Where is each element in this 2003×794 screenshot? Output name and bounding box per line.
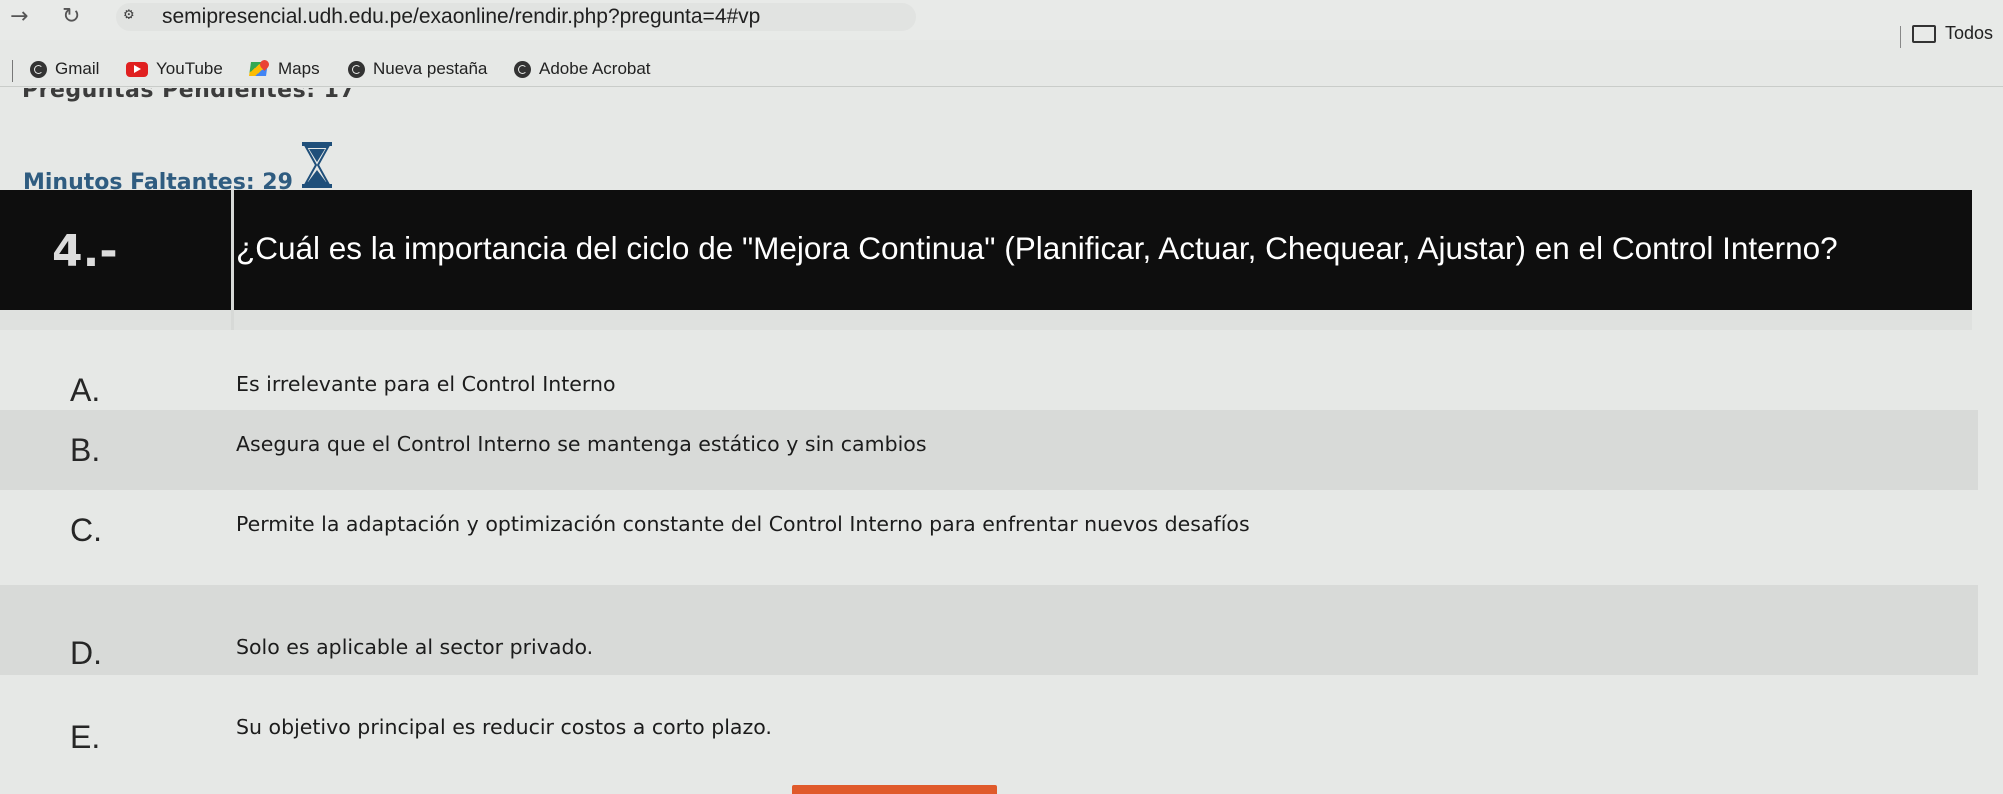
- forward-icon[interactable]: →: [10, 4, 28, 29]
- bookmark-label: Nueva pestaña: [373, 59, 488, 78]
- maps-icon: [250, 60, 270, 78]
- bookmark-label: Gmail: [55, 59, 100, 78]
- option-e-row[interactable]: E. Su objetivo principal es reducir cost…: [0, 675, 1978, 785]
- option-letter: B.: [70, 432, 101, 468]
- option-letter: D.: [70, 635, 102, 671]
- hourglass-icon: [302, 142, 332, 188]
- globe-icon: [348, 60, 365, 78]
- option-b-row[interactable]: B. Asegura que el Control Interno se man…: [0, 410, 1978, 490]
- url-text[interactable]: semipresencial.udh.edu.pe/exaonline/rend…: [162, 5, 760, 29]
- question-number: 4.-: [52, 226, 118, 277]
- bookmark-adobe-acrobat[interactable]: Adobe Acrobat: [514, 59, 651, 79]
- question-header: 4.- ¿Cuál es la importancia del ciclo de…: [0, 190, 1972, 330]
- option-text: Su objetivo principal es reducir costos …: [236, 715, 772, 739]
- all-bookmarks-button[interactable]: Todos: [1911, 23, 1993, 44]
- option-letter: E.: [70, 719, 101, 755]
- question-spacer: [0, 310, 1972, 330]
- folder-icon: [1911, 24, 1936, 43]
- option-text: Solo es aplicable al sector privado.: [236, 635, 594, 659]
- bookmark-label: Adobe Acrobat: [539, 59, 651, 78]
- bookmark-label: Maps: [278, 59, 320, 78]
- bookmark-gmail[interactable]: Gmail: [30, 59, 99, 79]
- option-c-row[interactable]: C. Permite la adaptación y optimización …: [0, 490, 1978, 570]
- bookmark-label: YouTube: [156, 59, 223, 78]
- all-bookmarks-label: Todos: [1944, 23, 1993, 43]
- column-divider: [231, 310, 234, 330]
- globe-icon: [514, 60, 531, 78]
- bookmarks-divider: [12, 60, 13, 82]
- bookmark-maps[interactable]: Maps: [250, 59, 320, 79]
- site-info-icon[interactable]: ⚙: [124, 4, 134, 23]
- column-divider: [231, 190, 234, 330]
- bookmark-youtube[interactable]: YouTube: [126, 59, 223, 79]
- globe-icon: [30, 60, 47, 78]
- option-text: Permite la adaptación y optimización con…: [236, 512, 1250, 536]
- option-letter: A.: [70, 372, 101, 408]
- bookmarks-separator: [1900, 26, 1901, 48]
- submit-button[interactable]: [792, 785, 997, 794]
- option-letter: C.: [70, 512, 102, 548]
- question-text: ¿Cuál es la importancia del ciclo de "Me…: [236, 230, 1838, 266]
- youtube-icon: [126, 61, 148, 77]
- bookmarks-bar: Gmail YouTube Maps Nueva pestaña Adobe A…: [0, 50, 2003, 87]
- reload-icon[interactable]: ↻: [62, 4, 80, 29]
- bookmark-nueva-pestana[interactable]: Nueva pestaña: [348, 59, 487, 79]
- pending-questions-label: Preguntas Pendientes: 17: [22, 88, 356, 103]
- address-bar-area: → ↻ ⚙ semipresencial.udh.edu.pe/exaonlin…: [0, 0, 2003, 40]
- option-d-row[interactable]: D. Solo es aplicable al sector privado.: [0, 585, 1978, 675]
- option-text: Es irrelevante para el Control Interno: [236, 372, 616, 396]
- option-text: Asegura que el Control Interno se manten…: [236, 432, 927, 456]
